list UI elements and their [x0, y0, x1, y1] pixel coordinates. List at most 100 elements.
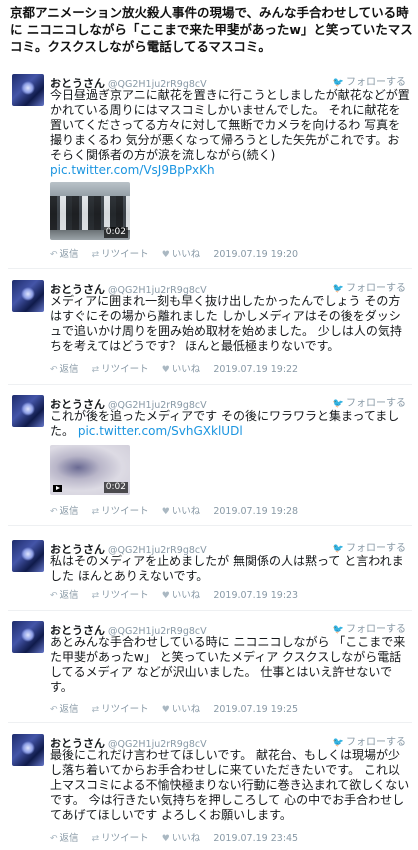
timestamp[interactable]: 2019.07.19 19:25: [213, 704, 298, 715]
retweet-icon: ⇄: [91, 365, 100, 375]
tweet-header: おとうさん @QG2H1ju2rR9g8cV 🐦 フォローする: [50, 538, 412, 556]
timestamp[interactable]: 2019.07.19 19:28: [213, 506, 298, 517]
follow-label: フォローする: [346, 737, 406, 748]
reply-button[interactable]: ↶ 返信: [50, 833, 79, 844]
tweet-actions: ↶ 返信 ⇄ リツイート ♥ いいね 2019.07.19 19:28: [50, 503, 412, 517]
retweet-button[interactable]: ⇄ リツイート: [92, 364, 149, 375]
heart-icon: ♥: [161, 834, 170, 844]
tweet-text: 今日昼過ぎ京アニに献花を置きに行こうとしましたが献花などが置かれている周りにはマ…: [50, 88, 410, 178]
reply-button[interactable]: ↶ 返信: [50, 249, 79, 260]
tweet-header: おとうさん @QG2H1ju2rR9g8cV 🐦 フォローする: [50, 72, 412, 90]
avatar[interactable]: [12, 621, 44, 653]
follow-button[interactable]: 🐦 フォローする: [333, 279, 406, 294]
like-label: いいね: [171, 833, 201, 844]
media-link[interactable]: pic.twitter.com/VsJ9BpPxKh: [50, 163, 215, 177]
tweet-text: メディアに囲まれ一刻も早く抜け出したかったんでしょう その方はすぐにその場から離…: [50, 294, 410, 354]
follow-button[interactable]: 🐦 フォローする: [333, 394, 406, 409]
reply-label: 返信: [59, 364, 79, 375]
tweet-header: おとうさん @QG2H1ju2rR9g8cV 🐦 フォローする: [50, 619, 412, 637]
video-duration: 0:02: [103, 227, 128, 238]
avatar[interactable]: [12, 395, 44, 427]
tweet-header: おとうさん @QG2H1ju2rR9g8cV 🐦 フォローする: [50, 732, 412, 750]
twitter-bird-icon: 🐦: [332, 78, 344, 88]
page-headline: 京都アニメーション放火殺人事件の現場で、みんな手合わせしている時に ニコニコしな…: [10, 5, 413, 54]
tweet-actions: ↶ 返信 ⇄ リツイート ♥ いいね 2019.07.19 19:20: [50, 246, 412, 260]
heart-icon: ♥: [161, 591, 170, 601]
retweet-icon: ⇄: [91, 250, 100, 260]
reply-arrow-icon: ↶: [50, 507, 58, 517]
reply-arrow-icon: ↶: [50, 834, 58, 844]
reply-label: 返信: [59, 833, 79, 844]
follow-button[interactable]: 🐦 フォローする: [333, 733, 406, 748]
follow-button[interactable]: 🐦 フォローする: [333, 620, 406, 635]
like-button[interactable]: ♥ いいね: [162, 590, 201, 601]
reply-button[interactable]: ↶ 返信: [50, 506, 79, 517]
reply-label: 返信: [59, 590, 79, 601]
tweet-text: あとみんな手合わせしている時に ニコニコしながら 「ここまで来た甲斐があったw」…: [50, 635, 410, 695]
tweet-card: おとうさん @QG2H1ju2rR9g8cV 🐦 フォローする 今日昼過ぎ京アニに献…: [8, 72, 412, 262]
like-label: いいね: [171, 364, 201, 375]
tweet-card: おとうさん @QG2H1ju2rR9g8cV 🐦 フォローする メディアに囲まれ一刻…: [8, 278, 412, 378]
video-thumbnail[interactable]: 0:02: [50, 445, 130, 495]
tweet-text: これが後を追ったメディアです その後にワラワラと集まってました。 pic.twi…: [50, 409, 410, 439]
tweet-card: おとうさん @QG2H1ju2rR9g8cV 🐦 フォローする あとみんな手合わせし…: [8, 619, 412, 715]
retweet-button[interactable]: ⇄ リツイート: [92, 704, 149, 715]
heart-icon: ♥: [161, 250, 170, 260]
reply-arrow-icon: ↶: [50, 250, 58, 260]
like-button[interactable]: ♥ いいね: [162, 833, 201, 844]
timestamp[interactable]: 2019.07.19 19:20: [213, 249, 298, 260]
reply-label: 返信: [59, 249, 79, 260]
retweet-label: リツイート: [101, 506, 149, 517]
tweet-divider: [8, 384, 412, 385]
like-label: いいね: [171, 704, 201, 715]
media-link[interactable]: pic.twitter.com/SvhGXklUDl: [78, 424, 243, 438]
twitter-bird-icon: 🐦: [332, 738, 344, 748]
retweet-button[interactable]: ⇄ リツイート: [92, 506, 149, 517]
video-thumbnail[interactable]: 0:02: [50, 182, 130, 240]
retweet-button[interactable]: ⇄ リツイート: [92, 590, 149, 601]
twitter-bird-icon: 🐦: [332, 399, 344, 409]
tweet-body: あとみんな手合わせしている時に ニコニコしながら 「ここまで来た甲斐があったw」…: [50, 635, 406, 694]
timestamp[interactable]: 2019.07.19 19:23: [213, 590, 298, 601]
tweet-actions: ↶ 返信 ⇄ リツイート ♥ いいね 2019.07.19 19:25: [50, 701, 412, 715]
tweet-card: おとうさん @QG2H1ju2rR9g8cV 🐦 フォローする 最後にこれだけ言わせ…: [8, 732, 412, 848]
retweet-label: リツイート: [101, 249, 149, 260]
twitter-bird-icon: 🐦: [332, 544, 344, 554]
like-button[interactable]: ♥ いいね: [162, 249, 201, 260]
follow-button[interactable]: 🐦 フォローする: [333, 539, 406, 554]
timestamp[interactable]: 2019.07.19 19:22: [213, 364, 298, 375]
tweet-actions: ↶ 返信 ⇄ リツイート ♥ いいね 2019.07.19 19:23: [50, 587, 412, 601]
tweet-body: 最後にこれだけ言わせてほしいです。 献花台、もしくは現場が少し落ち着いてからお手…: [50, 748, 410, 822]
tweet-divider: [8, 722, 412, 723]
play-icon[interactable]: [53, 485, 62, 492]
reply-button[interactable]: ↶ 返信: [50, 704, 79, 715]
avatar[interactable]: [12, 540, 44, 572]
like-button[interactable]: ♥ いいね: [162, 364, 201, 375]
thumbnail-crowd-image: [50, 196, 130, 230]
retweet-icon: ⇄: [91, 507, 100, 517]
timestamp[interactable]: 2019.07.19 23:45: [213, 833, 298, 844]
retweet-icon: ⇄: [91, 834, 100, 844]
tweet-card: おとうさん @QG2H1ju2rR9g8cV 🐦 フォローする 私はそのメディアを止…: [8, 538, 412, 601]
like-label: いいね: [171, 249, 201, 260]
follow-button[interactable]: 🐦 フォローする: [333, 73, 406, 88]
tweet-actions: ↶ 返信 ⇄ リツイート ♥ いいね 2019.07.19 19:22: [50, 361, 412, 375]
retweet-button[interactable]: ⇄ リツイート: [92, 833, 149, 844]
heart-icon: ♥: [161, 705, 170, 715]
like-button[interactable]: ♥ いいね: [162, 704, 201, 715]
video-duration: 0:02: [103, 482, 128, 493]
like-button[interactable]: ♥ いいね: [162, 506, 201, 517]
avatar[interactable]: [12, 280, 44, 312]
avatar[interactable]: [12, 734, 44, 766]
like-label: いいね: [171, 506, 201, 517]
tweet-body: メディアに囲まれ一刻も早く抜け出したかったんでしょう その方はすぐにその場から離…: [50, 294, 402, 353]
tweet-body: 今日昼過ぎ京アニに献花を置きに行こうとしましたが献花などが置かれている周りにはマ…: [50, 88, 410, 162]
reply-button[interactable]: ↶ 返信: [50, 590, 79, 601]
tweet-card: おとうさん @QG2H1ju2rR9g8cV 🐦 フォローする これが後を追ったメデ…: [8, 393, 412, 518]
reply-button[interactable]: ↶ 返信: [50, 364, 79, 375]
heart-icon: ♥: [161, 365, 170, 375]
retweet-button[interactable]: ⇄ リツイート: [92, 249, 149, 260]
like-label: いいね: [171, 590, 201, 601]
follow-label: フォローする: [346, 543, 406, 554]
avatar[interactable]: [12, 74, 44, 106]
